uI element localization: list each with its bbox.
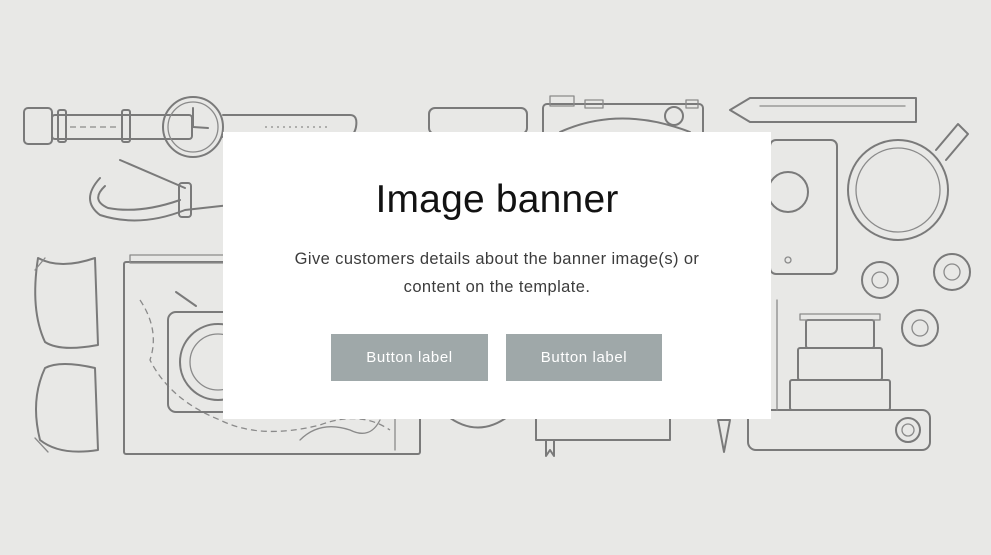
image-banner-card: Image banner Give customers details abou… — [223, 132, 771, 419]
banner-title: Image banner — [375, 178, 619, 221]
banner-description: Give customers details about the banner … — [294, 250, 700, 296]
pencil-illustration — [729, 97, 917, 123]
passport-illustration — [767, 139, 838, 275]
banner-button-secondary[interactable]: Button label — [506, 334, 662, 381]
banner-button-primary[interactable]: Button label — [331, 334, 488, 381]
mug-illustration — [847, 123, 969, 241]
pen-illustration — [717, 419, 731, 453]
film-roll-illustration — [861, 253, 971, 347]
box-illustration — [428, 107, 528, 135]
cable-illustration — [89, 159, 231, 222]
sunglasses-illustration — [34, 257, 99, 453]
